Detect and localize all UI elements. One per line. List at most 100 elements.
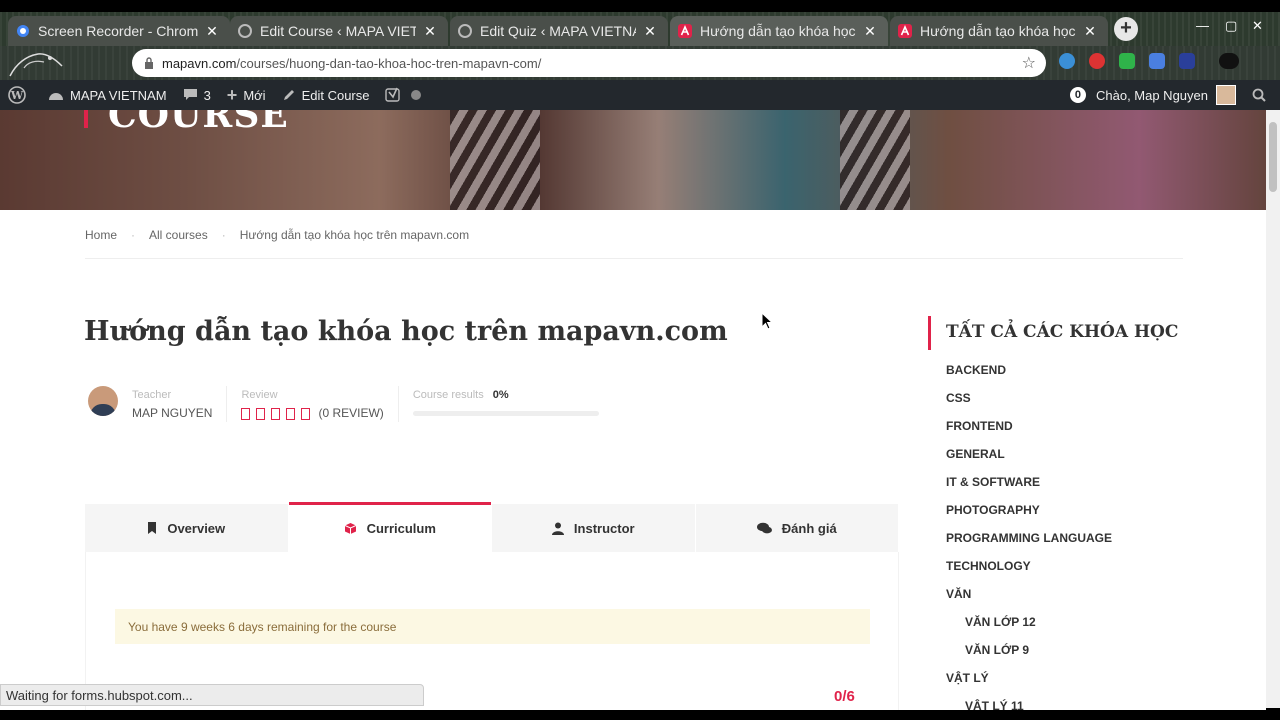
svg-text:W: W <box>10 89 24 102</box>
close-window-icon[interactable]: ✕ <box>1252 18 1263 34</box>
bookmark-icon <box>148 522 157 534</box>
results-label-row: Course results 0% <box>413 389 599 401</box>
sidebar-item-category[interactable]: BACKEND <box>946 362 1112 390</box>
notification-badge[interactable]: 0 <box>1069 87 1086 103</box>
sidebar-item-category[interactable]: IT & SOFTWARE <box>946 474 1112 502</box>
results-value: 0% <box>492 389 509 401</box>
lock-icon <box>145 57 153 69</box>
close-icon[interactable]: ✕ <box>1082 23 1098 40</box>
extension-icon[interactable] <box>1059 53 1075 69</box>
sidebar-item-category[interactable]: PROGRAMMING LANGUAGE <box>946 530 1112 558</box>
teacher-name[interactable]: MAP NGUYEN <box>132 406 212 420</box>
extension-icon[interactable] <box>1089 53 1105 69</box>
sidebar-item-category[interactable]: VĂN <box>946 586 1112 614</box>
bookmark-star-icon[interactable]: ☆ <box>1022 53 1036 73</box>
new-content-link[interactable]: + Mới <box>219 80 274 110</box>
extension-icon[interactable] <box>1179 53 1195 69</box>
sidebar-item-category[interactable]: CSS <box>946 390 1112 418</box>
seo-status-dot-icon <box>411 90 422 100</box>
tab-curriculum[interactable]: Curriculum <box>288 502 492 552</box>
sidebar-item-category[interactable]: TECHNOLOGY <box>946 558 1112 586</box>
extension-icon[interactable] <box>1119 53 1135 69</box>
hero-title: COURSE <box>108 110 289 136</box>
search-icon[interactable] <box>1252 88 1266 102</box>
breadcrumb-all-courses[interactable]: All courses <box>149 228 208 242</box>
greeting[interactable]: Chào, Map Nguyen <box>1096 88 1208 103</box>
star-empty-icon <box>241 407 251 420</box>
divider <box>85 258 1183 259</box>
browser-tab[interactable]: Edit Quiz ‹ MAPA VIETNA ✕ <box>450 16 668 46</box>
url-host: mapavn.com <box>162 55 237 71</box>
tab-reviews[interactable]: Đánh giá <box>695 504 899 552</box>
teacher-avatar[interactable] <box>88 386 118 416</box>
sidebar-title: TẤT CẢ CÁC KHÓA HỌC <box>946 322 1179 342</box>
category-list: BACKEND CSS FRONTEND GENERAL IT & SOFTWARE PH… <box>946 362 1112 710</box>
avatar[interactable] <box>1216 85 1236 105</box>
recorder-icon <box>16 24 30 38</box>
site-name-link[interactable]: MAPA VIETNAM <box>40 80 175 110</box>
breadcrumb-separator: · <box>221 228 226 242</box>
wp-admin-bar: W MAPA VIETNAM 3 + Mới Edit Course 0 Chà… <box>0 80 1280 110</box>
sidebar-item-category[interactable]: PHOTOGRAPHY <box>946 502 1112 530</box>
review-value: (0 REVIEW) <box>241 406 384 420</box>
sidebar-accent-bar <box>928 316 931 350</box>
browser-tab[interactable]: Edit Course ‹ MAPA VIET ✕ <box>230 16 448 46</box>
browser-tab-active[interactable]: Hướng dẫn tạo khóa học ✕ <box>670 16 888 46</box>
edit-course-link[interactable]: Edit Course <box>274 80 378 110</box>
hero-accent-bar <box>84 110 88 128</box>
scrollbar[interactable] <box>1266 110 1280 708</box>
browser-tab-title: Hướng dẫn tạo khóa học <box>700 23 856 39</box>
browser-tab-title: Edit Quiz ‹ MAPA VIETNA <box>480 23 636 39</box>
close-icon[interactable]: ✕ <box>204 23 220 40</box>
breadcrumb-home[interactable]: Home <box>85 228 117 242</box>
tab-instructor[interactable]: Instructor <box>492 504 696 552</box>
star-empty-icon <box>301 407 311 420</box>
pencil-icon <box>283 90 294 100</box>
scrollbar-thumb[interactable] <box>1269 122 1277 192</box>
browser-tab-title: Hướng dẫn tạo khóa học <box>920 23 1076 39</box>
star-empty-icon <box>286 407 296 420</box>
course-meta: Teacher MAP NGUYEN Review (0 REVIEW) Cou… <box>88 384 613 424</box>
maximize-icon[interactable]: ▢ <box>1225 18 1237 34</box>
sidebar-item-category[interactable]: VẬT LÝ 11 <box>946 698 1112 710</box>
browser-tab[interactable]: Hướng dẫn tạo khóa học ✕ <box>890 16 1108 46</box>
star-empty-icon <box>271 407 281 420</box>
comment-icon <box>183 89 197 100</box>
sidebar-item-category[interactable]: VĂN LỚP 9 <box>946 642 1112 670</box>
minimize-icon[interactable]: — <box>1196 18 1209 33</box>
star-empty-icon <box>256 407 266 420</box>
browser-tab-title: Edit Course ‹ MAPA VIET <box>260 23 416 39</box>
url-path: /courses/huong-dan-tao-khoa-hoc-tren-map… <box>236 55 542 71</box>
browser-tab-strip: Screen Recorder - Chrom ✕ Edit Course ‹ … <box>0 12 1280 46</box>
sidebar-item-category[interactable]: GENERAL <box>946 446 1112 474</box>
browser-tab[interactable]: Screen Recorder - Chrom ✕ <box>8 16 230 46</box>
dashboard-icon <box>49 93 63 100</box>
teacher-label: Teacher <box>132 389 172 401</box>
course-tabs: Overview Curriculum Instructor Đánh giá <box>85 502 899 552</box>
sidebar-item-category[interactable]: VẬT LÝ <box>946 670 1112 698</box>
sidebar-item-category[interactable]: FRONTEND <box>946 418 1112 446</box>
extension-icon[interactable] <box>1149 53 1165 69</box>
close-icon[interactable]: ✕ <box>862 23 878 40</box>
tab-overview[interactable]: Overview <box>85 504 289 552</box>
sidebar-item-category[interactable]: VĂN LỚP 12 <box>946 614 1112 642</box>
wp-logo-button[interactable]: W <box>0 80 40 110</box>
tab-label: Overview <box>167 520 226 536</box>
tab-label: Curriculum <box>366 520 436 536</box>
profile-icon[interactable] <box>1219 53 1239 69</box>
lesson-progress-count: 0/6 <box>834 688 855 705</box>
comments-link[interactable]: 3 <box>175 80 219 110</box>
comments-icon <box>756 522 772 534</box>
teacher-block: Teacher MAP NGUYEN <box>132 384 226 424</box>
close-icon[interactable]: ✕ <box>642 23 658 40</box>
mouse-cursor-icon <box>761 312 773 330</box>
breadcrumb-separator: · <box>131 228 136 242</box>
divider <box>226 386 228 422</box>
breadcrumb-current: Hướng dẫn tạo khóa học trên mapavn.com <box>239 228 470 242</box>
close-icon[interactable]: ✕ <box>422 23 438 40</box>
new-tab-button[interactable]: + <box>1114 17 1138 41</box>
rating-stars <box>241 407 311 420</box>
yoast-menu[interactable] <box>377 80 429 110</box>
page-content: COURSE Home · All courses · Hướng dẫn tạ… <box>0 110 1266 710</box>
address-bar[interactable]: mapavn.com/courses/huong-dan-tao-khoa-ho… <box>132 49 1046 77</box>
